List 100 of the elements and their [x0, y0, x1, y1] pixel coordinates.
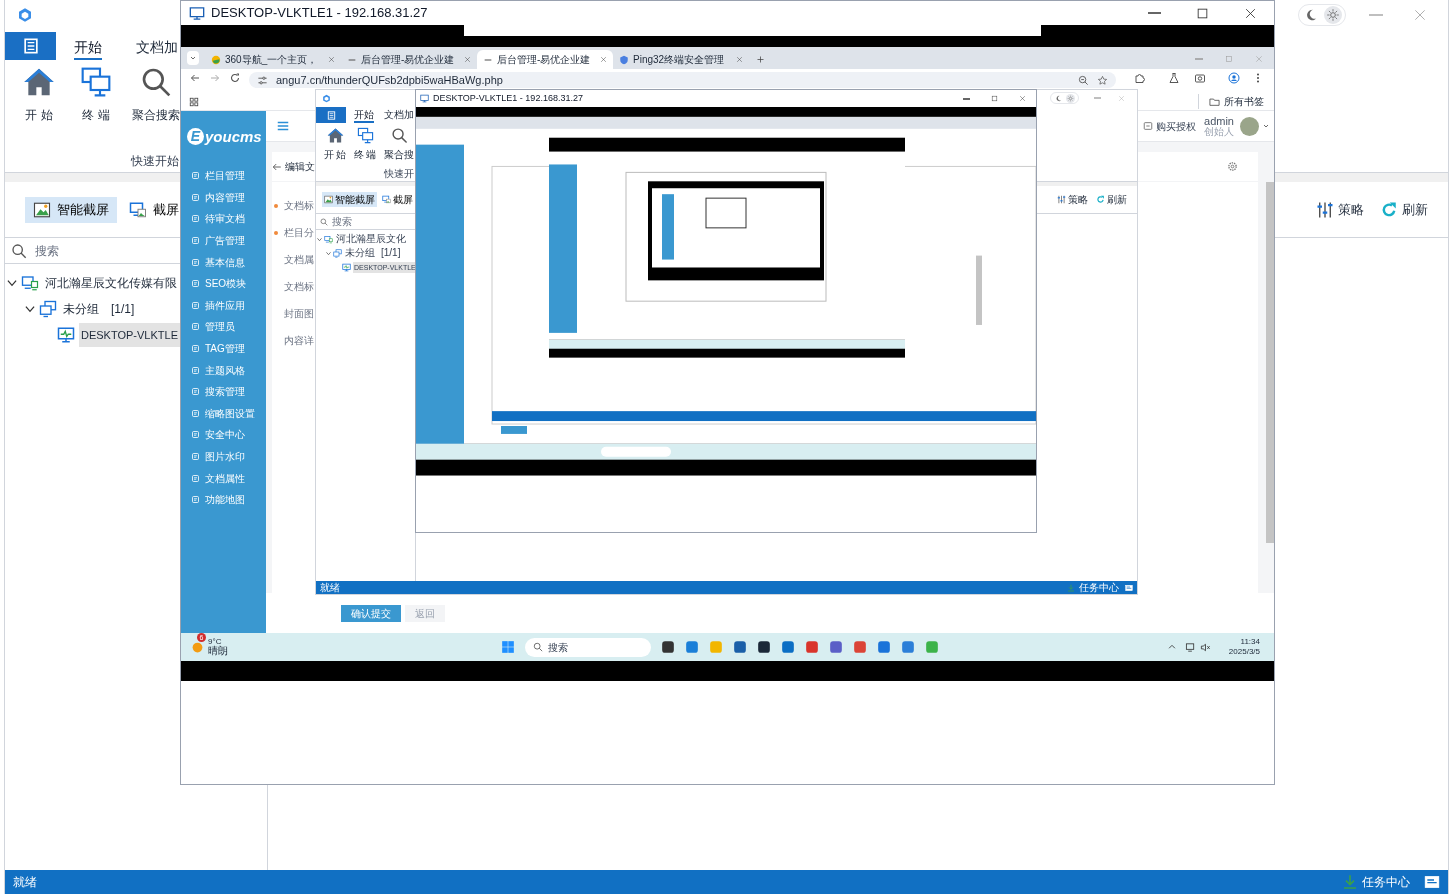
square-icon [191, 408, 200, 418]
weather-sun-icon[interactable] [191, 640, 204, 654]
apps-grid-icon[interactable] [189, 96, 199, 107]
browser-tab[interactable]: Ping32终端安全管理 [613, 50, 749, 69]
reload-icon[interactable] [229, 72, 241, 84]
caret-icon[interactable] [1262, 122, 1270, 130]
app-icon[interactable] [733, 640, 747, 654]
hamburger-menu-icon[interactable] [276, 120, 290, 132]
close-icon[interactable] [328, 56, 335, 63]
square-icon [191, 430, 200, 440]
ribbon-tab[interactable]: 开始 [74, 40, 102, 60]
start-icon[interactable] [501, 640, 515, 654]
close-icon[interactable] [600, 56, 607, 63]
ribbon-tab[interactable]: 文档加 [384, 110, 414, 123]
avatar[interactable] [1240, 116, 1259, 136]
ribbon-menu-button[interactable] [316, 107, 346, 123]
toolbar-button[interactable]: 智能截屏 [322, 192, 377, 207]
square-icon [191, 214, 200, 224]
puzzle-icon[interactable] [1134, 72, 1146, 84]
ribbon-button[interactable]: 聚合搜 [384, 127, 414, 162]
chevron-icon [189, 54, 197, 62]
status-text: 就绪 [320, 582, 340, 593]
refresh-button[interactable]: 刷新 [1380, 199, 1428, 220]
camera-icon[interactable] [1194, 72, 1206, 84]
ribbon-menu-button[interactable] [5, 32, 56, 60]
weather-text: 晴朗 [208, 646, 228, 656]
browser-tab[interactable]: 后台管理-易优企业建 [341, 50, 477, 69]
search-icon[interactable] [11, 242, 27, 259]
square-icon [191, 322, 200, 332]
square-icon [191, 344, 200, 354]
light-mode-button[interactable] [1324, 6, 1342, 24]
monitor-icon [189, 5, 205, 21]
square-icon [191, 387, 200, 397]
scrollbar[interactable] [1266, 182, 1274, 543]
app-icon[interactable] [661, 640, 675, 654]
buy-license-button[interactable]: 购买授权 [1143, 118, 1196, 134]
restore-icon [1225, 55, 1233, 63]
toolbar-button[interactable]: 智能截屏 [25, 196, 117, 223]
app-icon[interactable] [757, 640, 771, 654]
browser-tab[interactable]: 后台管理-易优企业建 [477, 50, 613, 69]
ribbon-button[interactable]: 聚合搜索 [132, 66, 180, 124]
computers-icon [39, 300, 57, 318]
profile-icon[interactable] [1228, 72, 1240, 84]
policy-button[interactable]: 策略 [1316, 199, 1364, 220]
toolbar-button[interactable]: 截屏 [381, 192, 414, 207]
back-icon[interactable] [189, 72, 201, 84]
task-center-button[interactable]: 任务中心 [1342, 873, 1410, 891]
close-icon [1117, 94, 1125, 102]
status-text: 就绪 [13, 874, 37, 891]
square-icon [191, 236, 200, 246]
zoom-out-icon[interactable] [1078, 74, 1089, 86]
network-icon[interactable] [1184, 641, 1196, 653]
tree-item[interactable]: DESKTOP-VLKTLE [79, 322, 180, 348]
browser-tab[interactable]: 360导航_一个主页， [205, 50, 341, 69]
form-label: 文档标 [284, 280, 314, 294]
ribbon-button[interactable]: 终 端 [78, 66, 114, 124]
tab-list-button[interactable] [187, 51, 199, 65]
monitor-picture-icon [382, 195, 391, 204]
message-icon[interactable] [1424, 874, 1440, 890]
light-mode-button[interactable] [1066, 93, 1075, 103]
sun-icon [1326, 8, 1340, 22]
close-icon[interactable] [464, 56, 471, 63]
search-icon[interactable] [320, 217, 328, 226]
close-icon [1018, 95, 1026, 102]
tree-item[interactable]: 河北瀚星辰文化传媒有限 [43, 270, 179, 296]
network-computers-icon [324, 234, 333, 244]
search-field[interactable]: 搜索 [332, 214, 392, 229]
minimize-icon [1369, 14, 1383, 16]
ribbon-button[interactable]: 终 端 [354, 127, 376, 162]
taskbar-search[interactable]: 搜索 [525, 637, 651, 657]
sun-icon [1067, 94, 1074, 102]
policy-button[interactable]: 策略 [1057, 192, 1088, 207]
search-field[interactable]: 搜索 [35, 241, 175, 260]
bookmarks-button[interactable]: 所有书签 [1198, 94, 1264, 109]
tree-item[interactable]: 未分组 [61, 296, 101, 322]
settings-icon[interactable] [1227, 161, 1238, 172]
page-title: 编辑文 [285, 160, 315, 174]
globe-icon [211, 54, 221, 65]
close-icon[interactable] [736, 56, 743, 63]
moon-icon [1055, 94, 1062, 102]
ribbon-tab[interactable]: 文档加 [136, 40, 178, 60]
chevron-up-icon[interactable] [1166, 642, 1177, 652]
minimize-icon [1093, 97, 1101, 99]
refresh-button[interactable]: 刷新 [1096, 192, 1127, 207]
ribbon-button[interactable]: 开 始 [324, 127, 346, 162]
star-icon[interactable] [1097, 74, 1108, 86]
back-arrow-icon[interactable] [272, 161, 282, 172]
tree-item[interactable]: 未分组 [344, 248, 376, 258]
message-icon[interactable] [1125, 583, 1133, 592]
ribbon-button[interactable]: 开 始 [18, 66, 60, 124]
clock-time: 11:34 [1240, 637, 1260, 647]
square-icon [191, 300, 200, 310]
speaker-muted-icon[interactable] [1199, 641, 1211, 653]
flask-icon[interactable] [1168, 72, 1180, 84]
task-center-button[interactable]: 任务中心 [1067, 582, 1119, 593]
tree-item[interactable]: 河北瀚星辰文化 [335, 234, 407, 244]
ribbon-tab[interactable]: 开始 [354, 110, 374, 123]
toolbar-button[interactable]: 截屏 [127, 196, 181, 223]
cube-logo-icon [17, 7, 33, 23]
address-bar[interactable]: angu7.cn/thunderQUFsb2dpbi5waHBaWg.php [249, 72, 1116, 88]
